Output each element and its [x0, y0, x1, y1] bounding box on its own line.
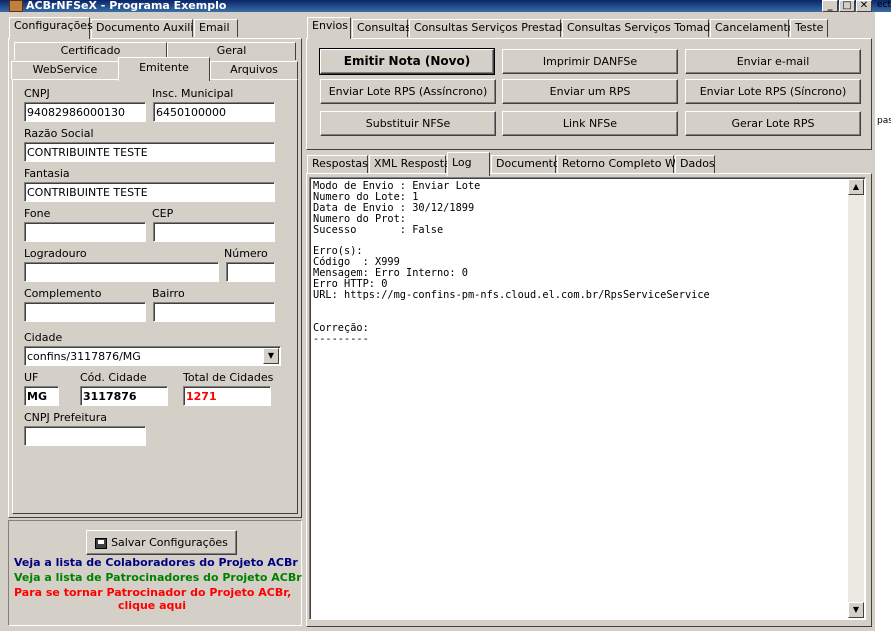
tab-documento[interactable]: Documento	[491, 155, 560, 173]
tab-xml-resposta[interactable]: XML Resposta	[369, 155, 451, 173]
cod-cidade-field[interactable]: 3117876	[80, 386, 168, 406]
tab-consultas[interactable]: Consultas	[352, 19, 411, 37]
cidade-label: Cidade	[24, 331, 63, 344]
window-title: ACBrNFSeX - Programa Exemplo	[26, 0, 227, 12]
tab-consultas-prestados[interactable]: Consultas Serviços Prestados	[409, 19, 575, 37]
link-patrocinar-line2[interactable]: clique aqui	[14, 599, 290, 612]
uf-label: UF	[24, 371, 39, 384]
uf-field[interactable]: MG	[24, 386, 59, 406]
insc-municipal-field[interactable]: 6450100000	[153, 102, 275, 122]
insc-municipal-label: Insc. Municipal	[152, 87, 234, 100]
enviar-email-button[interactable]: Enviar e-mail	[685, 49, 861, 74]
cnpj-field[interactable]: 94082986000130	[24, 102, 146, 122]
tab-retorno-completo-ws[interactable]: Retorno Completo WS	[557, 155, 683, 173]
link-patrocinadores[interactable]: Veja a lista de Patrocinadores do Projet…	[14, 571, 302, 584]
gerar-lote-rps-button[interactable]: Gerar Lote RPS	[685, 111, 861, 136]
link-colaboradores[interactable]: Veja a lista de Colaboradores do Projeto…	[14, 556, 298, 569]
logradouro-field[interactable]	[24, 262, 219, 282]
tab-emitente[interactable]: Emitente	[118, 57, 210, 81]
tab-consultas-tomados[interactable]: Consultas Serviços Tomados	[562, 19, 723, 37]
cnpj-label: CNPJ	[24, 87, 50, 100]
cnpj-prefeitura-label: CNPJ Prefeitura	[24, 411, 108, 424]
razao-social-field[interactable]: CONTRIBUINTE TESTE	[24, 142, 275, 162]
title-bar: ACBrNFSeX - Programa Exemplo _ □ ✕	[0, 0, 891, 12]
enviar-lote-sincrono-button[interactable]: Enviar Lote RPS (Síncrono)	[685, 79, 861, 104]
cnpj-prefeitura-field[interactable]	[24, 426, 146, 446]
save-config-button[interactable]: Salvar Configurações	[86, 530, 237, 555]
logradouro-label: Logradouro	[24, 247, 87, 260]
bairro-label: Bairro	[152, 287, 185, 300]
scroll-up-icon[interactable]: ▲	[848, 179, 864, 195]
scroll-down-icon[interactable]: ▼	[848, 602, 864, 618]
tab-envios[interactable]: Envios	[307, 17, 351, 39]
cod-cidade-label: Cód. Cidade	[80, 371, 147, 384]
cep-field[interactable]	[153, 222, 275, 242]
substituir-nfse-button[interactable]: Substituir NFSe	[320, 111, 496, 136]
fone-label: Fone	[24, 207, 51, 220]
link-patrocinar-line1[interactable]: Para se tornar Patrocinador do Projeto A…	[14, 586, 291, 599]
imprimir-danfse-button[interactable]: Imprimir DANFSe	[502, 49, 678, 74]
fone-field[interactable]	[24, 222, 146, 242]
complemento-field[interactable]	[24, 302, 146, 322]
tab-configuracoes[interactable]: Configurações	[9, 17, 93, 39]
tab-respostas[interactable]: Respostas	[307, 155, 368, 173]
razao-social-label: Razão Social	[24, 127, 94, 140]
save-icon	[95, 537, 108, 549]
tab-email[interactable]: Email	[194, 19, 238, 37]
tab-dados[interactable]: Dados	[675, 155, 715, 173]
total-cidades-field: 1271	[183, 386, 271, 406]
tab-log[interactable]: Log	[447, 152, 490, 176]
emitir-nota-button[interactable]: Emitir Nota (Novo)	[319, 48, 495, 75]
link-nfse-button[interactable]: Link NFSe	[502, 111, 678, 136]
close-button[interactable]: ✕	[856, 0, 872, 12]
cep-label: CEP	[152, 207, 174, 220]
app-icon	[9, 0, 23, 12]
numero-field[interactable]	[226, 262, 275, 282]
enviar-um-rps-button[interactable]: Enviar um RPS	[502, 79, 678, 104]
maximize-button[interactable]: □	[839, 0, 855, 12]
cidade-combo[interactable]: confins/3117876/MG ▼	[24, 346, 281, 366]
tab-documento-auxiliar[interactable]: Documento Auxiliar	[91, 19, 205, 37]
log-memo[interactable]: Modo de Envio : Enviar Lote Numero do Lo…	[309, 177, 866, 620]
tab-cancelamento[interactable]: Cancelamento	[710, 19, 795, 37]
complemento-label: Complemento	[24, 287, 102, 300]
fantasia-field[interactable]: CONTRIBUINTE TESTE	[24, 182, 275, 202]
log-text: Modo de Envio : Enviar Lote Numero do Lo…	[313, 180, 710, 345]
total-cidades-label: Total de Cidades	[183, 371, 274, 384]
tab-teste[interactable]: Teste	[790, 19, 828, 37]
tab-webservice[interactable]: WebService	[11, 61, 119, 79]
chevron-down-icon[interactable]: ▼	[263, 348, 279, 364]
numero-label: Número	[224, 247, 268, 260]
bairro-field[interactable]	[153, 302, 275, 322]
minimize-button[interactable]: _	[822, 0, 838, 12]
fantasia-label: Fantasia	[24, 167, 70, 180]
cidade-combo-value: confins/3117876/MG	[27, 350, 141, 363]
log-scrollbar[interactable]: ▲ ▼	[848, 179, 864, 618]
background-text: pas	[877, 116, 891, 126]
background-text: ect	[877, 0, 891, 10]
tab-arquivos[interactable]: Arquivos	[210, 61, 298, 79]
enviar-lote-assincrono-button[interactable]: Enviar Lote RPS (Assíncrono)	[320, 79, 496, 104]
